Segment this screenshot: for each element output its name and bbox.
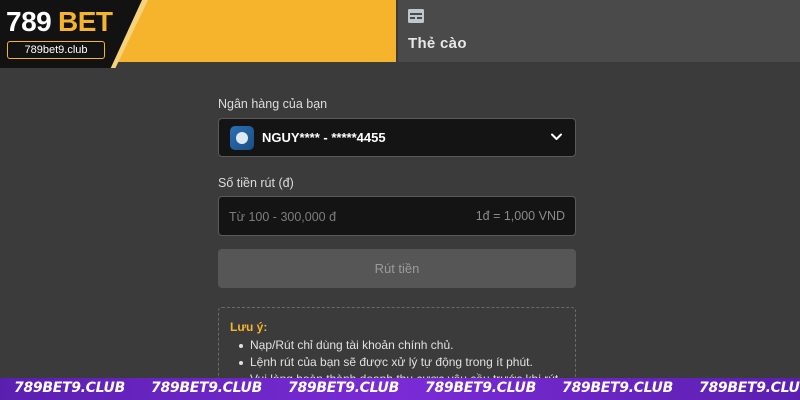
bank-label: Ngân hàng của bạn	[218, 97, 328, 111]
banner-label: 789BET9.CLUB	[562, 380, 673, 396]
banner-label: 789BET9.CLUB	[288, 380, 399, 396]
card-icon	[408, 9, 424, 23]
note-item: Nạp/Rút chỉ dùng tài khoản chính chủ.	[239, 337, 569, 354]
note-item: Lệnh rút của bạn sẽ được xử lý tự động t…	[239, 354, 569, 371]
logo-domain: 789bet9.club	[7, 41, 105, 59]
bank-logo-icon	[230, 126, 254, 150]
amount-field[interactable]: 1đ = 1,000 VND	[218, 196, 576, 236]
exchange-rate: 1đ = 1,000 VND	[475, 209, 565, 223]
banner-label: 789BET9.CLUB	[699, 380, 800, 396]
banner-label: 789BET9.CLUB	[151, 380, 262, 396]
tab-card-label: Thẻ cào	[408, 35, 467, 52]
bank-selected-value: NGUY**** - *****4455	[262, 130, 386, 145]
notes-title: Lưu ý:	[230, 320, 268, 334]
banner-label: 789BET9.CLUB	[14, 380, 125, 396]
logo-number: 789	[6, 6, 52, 37]
withdraw-button[interactable]: Rút tiền	[218, 249, 576, 288]
logo-word: BET	[58, 6, 113, 37]
banner-label: 789BET9.CLUB	[425, 380, 536, 396]
bank-select[interactable]: NGUY**** - *****4455	[218, 118, 576, 157]
watermark-banner: 789BET9.CLUB 789BET9.CLUB 789BET9.CLUB 7…	[0, 378, 800, 400]
amount-label: Số tiền rút (đ)	[218, 176, 294, 190]
tab-card[interactable]: Thẻ cào	[398, 0, 800, 62]
chevron-down-icon[interactable]	[551, 133, 562, 141]
amount-input[interactable]	[229, 208, 449, 226]
